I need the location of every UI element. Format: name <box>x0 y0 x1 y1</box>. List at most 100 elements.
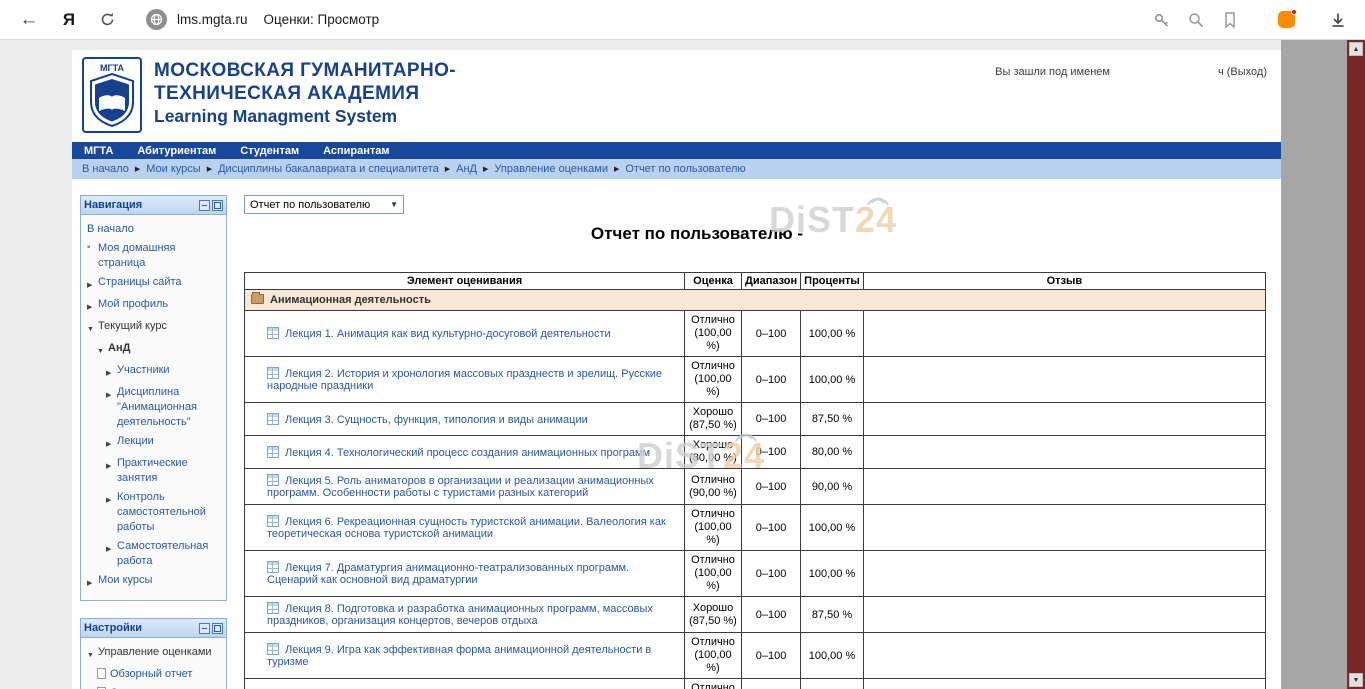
grade-row: Лекция 5. Роль аниматоров в организации … <box>245 469 1266 505</box>
login-prefix: Вы зашли под именем <box>995 66 1110 78</box>
feedback-cell <box>863 403 1265 436</box>
grade-item-link[interactable]: Лекция 9. Игра как эффективная форма ани… <box>267 644 651 668</box>
sidebar-item: ▶Дисциплина "Анимационная деятельность" <box>83 383 224 432</box>
dock-block-icon[interactable] <box>212 623 223 634</box>
grade-item-link[interactable]: Лекция 3. Сущность, функция, типология и… <box>285 414 588 426</box>
sidebar-link[interactable]: Лекции <box>117 434 154 449</box>
main-content: Отчет по пользователю ▼ Отчет по пользов… <box>227 179 1281 689</box>
triangle-right-icon[interactable]: ▶ <box>106 493 117 508</box>
triangle-right-icon[interactable]: ▶ <box>106 459 117 474</box>
breadcrumb-link[interactable]: Мои курсы <box>146 163 200 175</box>
percent-cell: 90,00 % <box>801 469 864 505</box>
triangle-right-icon[interactable]: ▶ <box>106 366 117 381</box>
sidebar-item: Отчет по пользователю <box>83 684 224 689</box>
range-cell: 0–100 <box>742 469 801 505</box>
grade-item-link[interactable]: Лекция 7. Драматургия анимационно-театра… <box>267 562 629 586</box>
triangle-right-icon[interactable]: ▶ <box>106 388 117 403</box>
page-title: Оценки: Просмотр <box>264 12 380 27</box>
grades-table: Элемент оцениванияОценкаДиапазонПроценты… <box>244 272 1266 689</box>
breadcrumb-link[interactable]: АнД <box>456 163 477 175</box>
yandex-browser-icon[interactable]: Я <box>56 7 82 33</box>
zoom-magnifier-icon[interactable] <box>1183 7 1209 33</box>
logout-link[interactable]: (Выход) <box>1227 66 1267 78</box>
sidebar-label: Текущий курс <box>98 319 167 334</box>
breadcrumb-separator-icon: ▶ <box>483 165 488 173</box>
triangle-down-icon[interactable]: ▼ <box>87 322 98 337</box>
grade-cell: Отлично(100,00 %) <box>685 311 742 357</box>
grade-row: Лекция 2. История и хронология массовых … <box>245 357 1266 403</box>
sidebar-link[interactable]: Обзорный отчет <box>110 667 192 682</box>
sidebar-item: ▪Моя домашняя страница <box>83 239 224 273</box>
sidebar-link[interactable]: Дисциплина "Анимационная деятельность" <box>117 385 222 430</box>
sidebar-item: ▶Контроль самостоятельной работы <box>83 488 224 537</box>
login-info: Вы зашли под именем ч (Выход) <box>995 66 1267 78</box>
breadcrumb-link[interactable]: Дисциплины бакалавриата и специалитета <box>218 163 439 175</box>
navbar-link[interactable]: Студентам <box>240 145 299 157</box>
triangle-down-icon[interactable]: ▼ <box>87 648 98 663</box>
scroll-up-button[interactable]: ▲ <box>1349 42 1363 56</box>
grade-item-link[interactable]: Лекция 4. Технологический процесс создан… <box>285 447 650 459</box>
notifications-icon[interactable] <box>1273 7 1299 33</box>
sidebar-link[interactable]: Страницы сайта <box>98 275 182 290</box>
sidebar-link[interactable]: Практические занятия <box>117 456 222 486</box>
settings-block: Настройки ▼Управление оценкамиОбзорный о… <box>80 618 227 689</box>
bookmark-flag-icon[interactable] <box>1217 7 1243 33</box>
page-scrollbar[interactable]: ▲ ▼ <box>1347 40 1365 689</box>
breadcrumb-link[interactable]: Отчет по пользователю <box>625 163 745 175</box>
grade-item-link[interactable]: Лекция 5. Роль аниматоров в организации … <box>267 475 654 499</box>
collapse-block-icon[interactable] <box>199 623 210 634</box>
grade-item-icon <box>267 413 279 425</box>
grade-item-link[interactable]: Лекция 2. История и хронология массовых … <box>267 368 662 392</box>
grade-rows-body: Анимационная деятельность Лекция 1. Аним… <box>245 290 1266 689</box>
login-name-remnant: ч <box>1218 66 1224 78</box>
triangle-right-icon[interactable]: ▶ <box>87 300 98 315</box>
sidebar-label: АнД <box>108 341 130 356</box>
grade-item-icon <box>267 446 279 458</box>
triangle-right-icon[interactable]: ▶ <box>87 576 98 591</box>
sidebar-link[interactable]: Мои курсы <box>98 573 152 588</box>
grade-cell: Отлично(100,00 %) <box>685 505 742 551</box>
grade-item-icon <box>267 561 279 573</box>
report-type-select[interactable]: Отчет по пользователю ▼ <box>244 195 404 214</box>
site-header: МГТА МОСКОВСКАЯ ГУМАНИТАРНО- ТЕХНИЧЕСКАЯ… <box>72 50 1281 142</box>
sidebar-link[interactable]: Самостоятельная работа <box>117 539 222 569</box>
grade-item-icon <box>267 515 279 527</box>
sidebar-link[interactable]: Участники <box>117 363 170 378</box>
notification-dot <box>1291 9 1297 15</box>
sidebar-link[interactable]: Мой профиль <box>98 297 168 312</box>
breadcrumb-link[interactable]: Управление оценками <box>494 163 608 175</box>
triangle-right-icon[interactable]: ▶ <box>106 437 117 452</box>
download-icon[interactable] <box>1325 7 1351 33</box>
range-cell: 0–100 <box>742 505 801 551</box>
collapse-block-icon[interactable] <box>199 200 210 211</box>
sidebar-link[interactable]: В начало <box>87 222 134 237</box>
browser-back-icon[interactable]: ← <box>16 7 42 33</box>
triangle-down-icon[interactable]: ▼ <box>97 344 108 359</box>
navbar-link[interactable]: МГТА <box>84 145 113 157</box>
sidebar-link[interactable]: Контроль самостоятельной работы <box>117 490 222 535</box>
feedback-cell <box>863 551 1265 597</box>
grade-cell: Хорошо(87,50 %) <box>685 597 742 633</box>
dock-block-icon[interactable] <box>212 200 223 211</box>
sidebar: Навигация В начало▪Моя домашняя страница… <box>80 195 227 689</box>
password-key-icon[interactable] <box>1149 7 1175 33</box>
navbar-link[interactable]: Абитуриентам <box>137 145 216 157</box>
grade-row: Лекция 9. Игра как эффективная форма ани… <box>245 633 1266 679</box>
report-select-value: Отчет по пользователю <box>250 199 370 211</box>
refresh-icon[interactable] <box>94 7 120 33</box>
feedback-cell <box>863 633 1265 679</box>
grade-item-link[interactable]: Лекция 8. Подготовка и разработка анимац… <box>267 603 653 627</box>
sidebar-link[interactable]: Моя домашняя страница <box>98 241 222 271</box>
grade-item-link[interactable]: Лекция 1. Анимация как вид культурно-дос… <box>285 328 611 340</box>
navigation-block: Навигация В начало▪Моя домашняя страница… <box>80 195 227 601</box>
breadcrumb-link[interactable]: В начало <box>82 163 129 175</box>
report-heading: Отчет по пользователю - <box>186 224 1208 244</box>
navbar-link[interactable]: Аспирантам <box>323 145 389 157</box>
triangle-right-icon[interactable]: ▶ <box>87 278 98 293</box>
scroll-down-button[interactable]: ▼ <box>1349 673 1363 687</box>
triangle-right-icon[interactable]: ▶ <box>106 542 117 557</box>
feedback-cell <box>863 357 1265 403</box>
grade-item-link[interactable]: Лекция 6. Рекреационная сущность туристс… <box>267 516 666 540</box>
address-bar-url[interactable]: lms.mgta.ru <box>177 12 248 27</box>
breadcrumb-separator-icon: ▶ <box>135 165 140 173</box>
